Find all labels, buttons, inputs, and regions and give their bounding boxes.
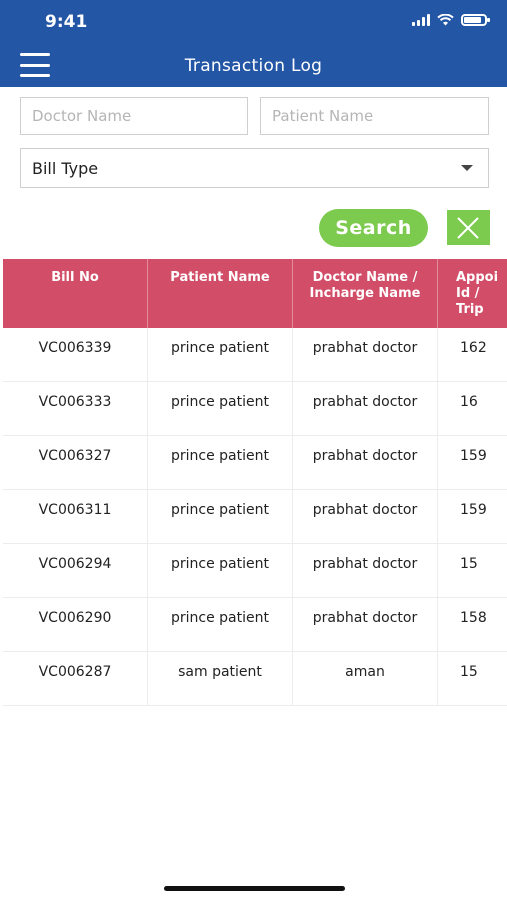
patient-name-cell: prince patient <box>148 598 293 651</box>
table-row[interactable]: VC006333 prince patient prabhat doctor 1… <box>3 382 507 436</box>
appointment-id-cell: 158 <box>460 610 487 626</box>
appointment-id-cell: 162 <box>460 340 487 356</box>
clear-button[interactable] <box>447 210 490 245</box>
doctor-name-cell: prabhat doctor <box>293 598 438 651</box>
table-row[interactable]: VC006294 prince patient prabhat doctor 1… <box>3 544 507 598</box>
transaction-table: Bill No Patient Name Doctor Name / Incha… <box>3 259 507 706</box>
app-header: 9:41 Transaction Log <box>0 0 507 87</box>
doctor-name-cell: prabhat doctor <box>293 328 438 381</box>
search-button[interactable]: Search <box>319 209 428 247</box>
bill-no-cell: VC006327 <box>3 436 148 489</box>
column-header-bill-no: Bill No <box>3 259 148 328</box>
bill-no-cell: VC006339 <box>3 328 148 381</box>
patient-name-input[interactable] <box>260 97 489 135</box>
column-header-patient-name: Patient Name <box>148 259 293 328</box>
table-row[interactable]: VC006290 prince patient prabhat doctor 1… <box>3 598 507 652</box>
table-header-row: Bill No Patient Name Doctor Name / Incha… <box>3 259 507 328</box>
patient-name-cell: sam patient <box>148 652 293 705</box>
appointment-id-cell: 159 <box>460 502 487 518</box>
patient-name-cell: prince patient <box>148 382 293 435</box>
doctor-name-cell: prabhat doctor <box>293 490 438 543</box>
signal-icon <box>412 14 430 26</box>
table-row[interactable]: VC006287 sam patient aman 15 <box>3 652 507 706</box>
patient-name-cell: prince patient <box>148 544 293 597</box>
table-row[interactable]: VC006339 prince patient prabhat doctor 1… <box>3 328 507 382</box>
table-row[interactable]: VC006327 prince patient prabhat doctor 1… <box>3 436 507 490</box>
bill-no-cell: VC006290 <box>3 598 148 651</box>
bill-no-cell: VC006294 <box>3 544 148 597</box>
status-time: 9:41 <box>45 12 88 32</box>
bill-no-cell: VC006333 <box>3 382 148 435</box>
column-header-appointment-id: Appoi Id / Trip <box>456 270 499 317</box>
battery-icon <box>461 14 490 26</box>
doctor-name-cell: prabhat doctor <box>293 382 438 435</box>
status-icons <box>412 14 490 26</box>
bill-type-select[interactable]: Bill Type <box>20 148 489 188</box>
table-row[interactable]: VC006311 prince patient prabhat doctor 1… <box>3 490 507 544</box>
bill-type-value: Bill Type <box>32 158 99 178</box>
patient-name-cell: prince patient <box>148 436 293 489</box>
bill-no-cell: VC006311 <box>3 490 148 543</box>
appointment-id-cell: 15 <box>460 556 478 572</box>
column-header-doctor-name: Doctor Name / Incharge Name <box>293 259 438 328</box>
appointment-id-cell: 159 <box>460 448 487 464</box>
doctor-name-input[interactable] <box>20 97 248 135</box>
chevron-down-icon <box>461 165 473 171</box>
appointment-id-cell: 16 <box>460 394 478 410</box>
doctor-name-cell: prabhat doctor <box>293 544 438 597</box>
page-title: Transaction Log <box>184 56 323 76</box>
doctor-name-cell: prabhat doctor <box>293 436 438 489</box>
doctor-name-cell: aman <box>293 652 438 705</box>
home-indicator <box>164 886 345 891</box>
bill-no-cell: VC006287 <box>3 652 148 705</box>
patient-name-cell: prince patient <box>148 490 293 543</box>
patient-name-cell: prince patient <box>148 328 293 381</box>
appointment-id-cell: 15 <box>460 664 478 680</box>
wifi-icon <box>437 14 454 26</box>
close-icon <box>457 217 479 239</box>
